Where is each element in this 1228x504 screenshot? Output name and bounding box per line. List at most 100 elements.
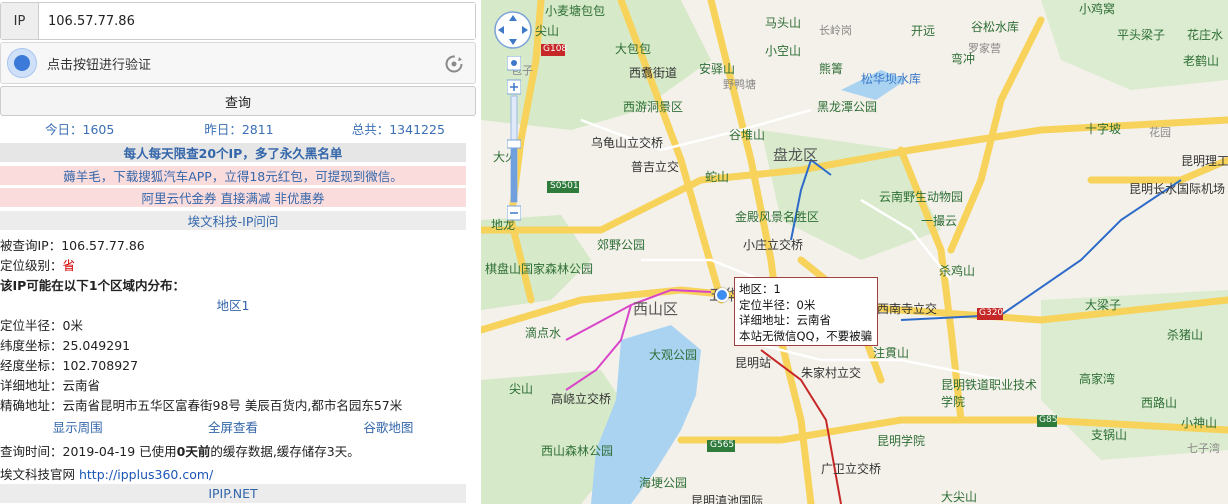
queried-ip: 被查询IP：106.57.77.86: [0, 238, 145, 253]
poi-label: 黑龙潭公园: [817, 100, 878, 114]
poi-label: 西南寺立交: [877, 302, 938, 316]
captcha-text: 点击按钮进行验证: [47, 57, 152, 73]
poi-label: 小鸡窝: [1079, 2, 1116, 16]
poi-label: 乌龟山立交桥: [591, 136, 664, 150]
poi-label: 花庄水: [1187, 28, 1224, 42]
poi-label: 高家湾: [1079, 372, 1116, 386]
poi-label: 郊野公园: [597, 238, 646, 252]
stat-total: 总共：1341225: [351, 122, 445, 137]
poi-label: 昆明理工大学: [1181, 154, 1228, 168]
ad-banner-sohu[interactable]: 薅羊毛，下载搜狐汽车APP，立得18元红包，可提现到微信。: [0, 166, 466, 185]
show-around-link[interactable]: 显示周围: [0, 417, 155, 436]
source-header-ipplus: 埃文科技-IP问问: [0, 211, 466, 230]
poi-label: 小空山: [765, 44, 802, 58]
ip-input-group: IP: [0, 2, 476, 40]
poi-label: 长岭岗: [819, 24, 852, 37]
ad-banner-aliyun[interactable]: 阿里云代金券 直接满减 非优惠券: [0, 188, 466, 207]
poi-label: 盘龙区: [773, 146, 819, 164]
latitude: 纬度坐标：25.049291: [0, 338, 131, 353]
poi-label: 注貫山: [873, 346, 910, 360]
map-pan-control[interactable]: [493, 10, 533, 50]
poi-label: 大尖山: [941, 490, 978, 504]
location-level-label: 定位级别：: [0, 258, 63, 273]
poi-label: 云南野生动物园: [879, 190, 964, 204]
poi-label: 尖山: [535, 24, 560, 38]
road-shield-g85: G85: [1039, 415, 1058, 425]
site-label: 埃文科技官网: [0, 467, 79, 482]
poi-label: 小麦塘包包: [545, 4, 606, 18]
captcha-verify-button[interactable]: 点击按钮进行验证: [0, 42, 476, 84]
limit-notice: 每人每天限查20个IP，多了永久黑名单: [0, 143, 466, 162]
area-title: 地区1: [216, 298, 250, 313]
precise-address: 精确地址：云南省昆明市五华区富春街98号 美辰百货内,都市名园东57米: [0, 398, 403, 413]
poi-label: 熊箐: [819, 62, 844, 76]
location-level: 定位级别：省: [0, 255, 75, 274]
poi-label: 七子湾: [1187, 442, 1220, 455]
poi-label: 安驿山: [699, 62, 736, 76]
poi-label: 老鹤山: [1183, 54, 1220, 68]
poi-label: 朱家村立交: [801, 366, 862, 380]
poi-label: 大包包: [615, 42, 652, 56]
detail-address: 详细地址：云南省: [0, 378, 101, 393]
poi-label: 谷堆山: [729, 128, 766, 142]
distribution-heading: 该IP可能在以下1个区域内分布：: [0, 278, 186, 293]
radius: 定位半径：0米: [0, 318, 83, 333]
poi-label: 大梁子: [1085, 298, 1122, 312]
poi-label: 昆明滇池国际: [691, 494, 764, 504]
poi-label: 十字坡: [1085, 122, 1122, 136]
road-shield-g565: G565: [710, 440, 735, 450]
location-level-value: 省: [62, 258, 76, 273]
query-stats: 今日：1605 昨日：2811 总共：1341225: [0, 119, 478, 137]
poi-label: 昆明铁道职业技术学院: [941, 378, 1038, 409]
poi-label: 野鸭塘: [723, 78, 756, 91]
poi-label: 昆明学院: [877, 434, 926, 448]
poi-label: 西路山: [1141, 396, 1178, 410]
road-shield-s0501: S0501: [550, 181, 579, 191]
query-time: 查询时间：2019-04-19 已使用0天前的缓存数据,缓存储存3天。: [0, 444, 360, 459]
poi-label: 一撮云: [921, 214, 958, 228]
poi-label: 高峣立交桥: [551, 392, 612, 406]
road-shield-g108: G108: [543, 44, 568, 54]
google-map-link[interactable]: 谷歌地图: [311, 417, 466, 436]
poi-label: 大观公园: [649, 348, 698, 362]
road-shield-g320: G320: [979, 308, 1004, 318]
map-zoom-control[interactable]: [507, 56, 521, 226]
longitude: 经度坐标：102.708927: [0, 358, 139, 373]
map-links: 显示周围 全屏查看 谷歌地图: [0, 417, 466, 436]
poi-label: 西山森林公园: [541, 444, 614, 458]
popup-line: 定位半径：0米: [739, 297, 816, 312]
poi-label: 开远: [911, 24, 936, 38]
ip-prefix-label: IP: [1, 3, 39, 39]
poi-label: 滴点水: [525, 326, 562, 340]
poi-label: 杀猪山: [1167, 328, 1204, 342]
captcha-indicator-icon: [7, 48, 37, 78]
poi-label: 弯冲: [951, 52, 976, 66]
site-url-link[interactable]: http://ipplus360.com/: [79, 467, 213, 482]
map-view[interactable]: G108 S0501 G320 G565 G85 小麦塘包包 尖山 大包包 西翥…: [481, 0, 1228, 504]
poi-label: 普吉立交: [631, 160, 680, 174]
poi-label: 金殿风景名胜区: [735, 210, 820, 224]
poi-label: 马头山: [765, 16, 802, 30]
poi-label: 支锅山: [1091, 428, 1128, 442]
stat-today: 今日：1605: [45, 122, 115, 137]
poi-label: 广卫立交桥: [821, 462, 882, 476]
ip-input[interactable]: [39, 3, 475, 39]
stat-yesterday: 昨日：2811: [204, 122, 274, 137]
poi-label: 小神山: [1181, 416, 1218, 430]
popup-line: 详细地址：云南省: [739, 313, 831, 327]
poi-label: 昆明长水国际机场: [1129, 182, 1226, 196]
source-header-ipip: IPIP.NET: [0, 484, 466, 503]
poi-label: 松华坝水库: [861, 72, 922, 86]
site-line: 埃文科技官网 http://ipplus360.com/: [0, 464, 213, 483]
captcha-refresh-icon[interactable]: [443, 53, 465, 75]
poi-label: 小庄立交桥: [743, 238, 804, 252]
location-popup: 地区：1 定位半径：0米 详细地址：云南省 本站无微信QQ，不要被骗: [734, 277, 878, 346]
query-button[interactable]: 查询: [0, 86, 476, 116]
poi-label: 西游洞景区: [623, 100, 684, 114]
location-marker-icon[interactable]: [715, 288, 729, 302]
fullscreen-link[interactable]: 全屏查看: [155, 417, 310, 436]
poi-label: 昆明站: [735, 356, 772, 370]
poi-label: 西山区: [633, 300, 679, 318]
poi-label: 西翥街道: [629, 66, 678, 80]
poi-label: 谷松水库: [971, 20, 1020, 34]
